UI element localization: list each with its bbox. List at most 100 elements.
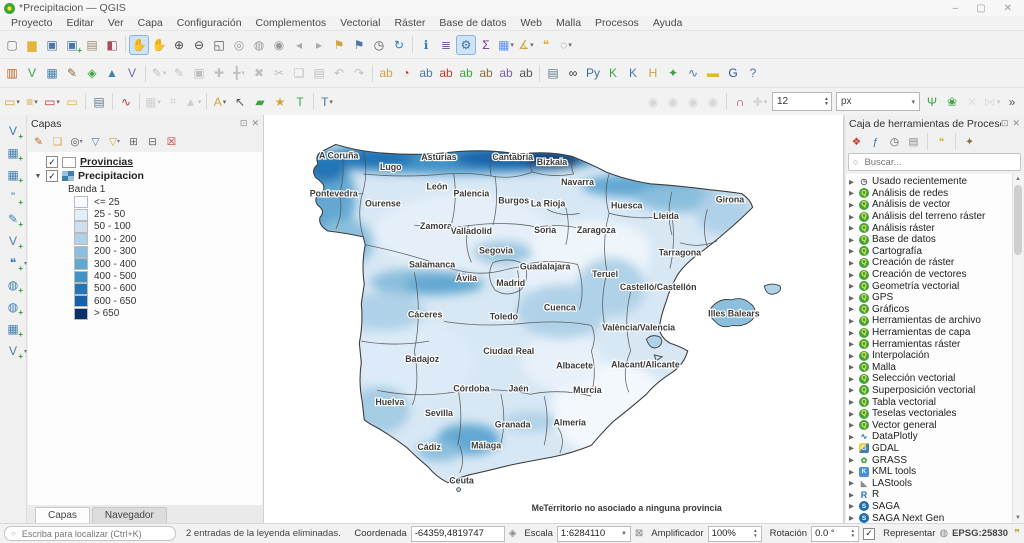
label-properties-icon[interactable]: ab [516, 63, 536, 83]
expander-icon[interactable]: ▶ [849, 502, 856, 510]
tracing-icon[interactable]: Ψ [922, 92, 942, 112]
save-project-icon[interactable]: ▣ [42, 35, 62, 55]
float-panel-icon[interactable]: ⊡ [240, 118, 248, 129]
remove-layer-icon[interactable]: ☒ [163, 134, 180, 150]
locator-search[interactable]: ○ [4, 526, 176, 541]
coordinate-field[interactable]: -64359,4819747 [411, 526, 505, 542]
add-mesh-layer-icon[interactable]: ▦ + [3, 165, 23, 184]
messages-balloon-icon[interactable]: ❞ [1014, 527, 1020, 540]
help-icon[interactable]: ? [743, 63, 763, 83]
zoom-full-icon[interactable]: ◱ [209, 35, 229, 55]
add-vector-layer-icon[interactable]: V + [3, 121, 23, 140]
scale-combo[interactable]: 1:6284110 ▼ [557, 526, 631, 542]
pan-to-selection-icon[interactable]: ✋ [149, 35, 169, 55]
menu-item[interactable]: Configuración [170, 16, 249, 30]
expander-icon[interactable]: ▶ [849, 386, 856, 394]
python-console-icon[interactable]: Py [583, 63, 603, 83]
magnifier-spin[interactable]: 100% ▲▼ [708, 526, 762, 542]
expander-icon[interactable]: ▶ [849, 189, 856, 197]
legend-class-row[interactable]: 50 - 100 [28, 221, 262, 233]
snapping-unit-combo[interactable]: px ▾ [836, 92, 920, 111]
new-geopackage-icon[interactable]: ◈ [82, 63, 102, 83]
menu-item[interactable]: Ver [101, 16, 131, 30]
plugin-bird-icon[interactable]: ✦ [663, 63, 683, 83]
add-spatialite-layer-icon[interactable]: V + [3, 231, 23, 250]
pan-map-icon[interactable]: ✋ [129, 35, 149, 55]
menu-item[interactable]: Proyecto [4, 16, 59, 30]
add-mesh-layer-icon[interactable]: ▲ [102, 63, 122, 83]
toggle-editing-icon[interactable]: ✎ [169, 63, 189, 83]
add-wfs-layer-icon[interactable]: ◍ + [3, 297, 23, 316]
archive-plugin-icon[interactable]: ▬ [703, 63, 723, 83]
layer-styling-icon[interactable]: ✎ [30, 134, 47, 150]
toolbar-overflow-icon[interactable]: » [1002, 92, 1022, 112]
models-icon[interactable]: ❖ [848, 134, 865, 150]
polygon-annotation-icon[interactable]: ▰ [250, 92, 270, 112]
crs-globe-icon[interactable]: ◍ [939, 528, 948, 539]
manage-map-themes-icon[interactable]: ◎ ▾ [68, 134, 85, 150]
nominatim-search-icon[interactable]: ◌ ▾ [556, 35, 576, 55]
toolbox-category[interactable]: ▶ Q Selección vectorial [846, 373, 1012, 385]
render-checkbox[interactable]: ✓ [863, 528, 875, 540]
scroll-down-icon[interactable]: ▼ [1013, 513, 1023, 523]
star-annotation-icon[interactable]: ★ [270, 92, 290, 112]
menu-item[interactable]: Editar [59, 16, 100, 30]
toolbox-scrollbar[interactable]: ▲ ▼ [1012, 174, 1023, 523]
toolbox-category[interactable]: ▶ ∿ DataPlotly [846, 431, 1012, 443]
expander-icon[interactable]: ▶ [849, 398, 856, 406]
datasource-manager-icon[interactable]: ▥ [2, 63, 22, 83]
expander-icon[interactable]: ▶ [849, 329, 856, 337]
database-icon[interactable]: ▤ [543, 63, 563, 83]
toolbox-category[interactable]: ▶ Q Creación de vectores [846, 269, 1012, 281]
filter-by-expression-icon[interactable]: ▽ ▾ [106, 134, 123, 150]
expander-icon[interactable]: ▼ [34, 173, 42, 180]
mesh-calculator-icon[interactable]: ▲ ▾ [183, 92, 203, 112]
vertex-tool-icon[interactable]: ╋ ▾ [229, 63, 249, 83]
add-group-icon[interactable]: ❏ [49, 134, 66, 150]
text-annotation-icon[interactable]: T [290, 92, 310, 112]
menu-item[interactable]: Procesos [588, 16, 646, 30]
toolbox-category[interactable]: ▶ Q Análisis de redes [846, 188, 1012, 200]
show-statistics-icon[interactable]: Σ [476, 35, 496, 55]
zoom-out-icon[interactable]: ⊖ [189, 35, 209, 55]
toolbox-category[interactable]: ▶ Q Tabla vectorial [846, 396, 1012, 408]
scroll-up-icon[interactable]: ▲ [1013, 174, 1023, 184]
invert-selection-icon[interactable]: ▭ [62, 92, 82, 112]
filter-legend-icon[interactable]: ▽ [87, 134, 104, 150]
form-annotation-icon[interactable]: T ▾ [317, 92, 337, 112]
menu-item[interactable]: Malla [549, 16, 588, 30]
layer-row-provincias[interactable]: ✓ Provincias [28, 155, 262, 169]
zoom-to-layer-icon[interactable]: ◍ [249, 35, 269, 55]
zoom-in-icon[interactable]: ⊕ [169, 35, 189, 55]
options-wand-icon[interactable]: ✦ [961, 134, 978, 150]
tab-navegador[interactable]: Navegador [92, 507, 167, 523]
zoom-last-icon[interactable]: ◂ [289, 35, 309, 55]
toolbox-category[interactable]: ▶ S SAGA [846, 501, 1012, 513]
expander-icon[interactable]: ▶ [849, 305, 856, 313]
snapping-lock-1-icon[interactable]: ◉ [643, 92, 663, 112]
pin-labels-icon[interactable]: ab [416, 63, 436, 83]
toolbox-search-input[interactable] [862, 156, 1016, 169]
move-label-icon[interactable]: ab [476, 63, 496, 83]
menu-item[interactable]: Web [514, 16, 549, 30]
unpin-labels-icon[interactable]: ab [436, 63, 456, 83]
expander-icon[interactable]: ▶ [849, 514, 856, 522]
toolbox-category[interactable]: ▶ Q Teselas vectoriales [846, 408, 1012, 420]
statistical-summary-icon[interactable]: ≣ [436, 35, 456, 55]
expander-icon[interactable]: ▶ [849, 479, 856, 487]
legend-class-row[interactable]: 25 - 50 [28, 208, 262, 220]
legend-class-row[interactable]: <= 25 [28, 196, 262, 208]
lock-scale-icon[interactable]: ⊠ [635, 528, 643, 539]
collapse-all-icon[interactable]: ⊟ [144, 134, 161, 150]
toolbox-category[interactable]: ▶ Q Análisis de vector [846, 199, 1012, 211]
tab-capas[interactable]: Capas [35, 507, 90, 523]
toolbox-category[interactable]: ▶ Q Interpolación [846, 350, 1012, 362]
html-export-icon[interactable]: H [643, 63, 663, 83]
add-wms-layer-icon[interactable]: ❝ + ▾ [3, 253, 23, 272]
show-hide-labels-icon[interactable]: ab [456, 63, 476, 83]
toolbox-category[interactable]: ▶ Q Cartografía [846, 246, 1012, 258]
map-tips-icon[interactable]: ❝ [536, 35, 556, 55]
layer-checkbox[interactable]: ✓ [46, 170, 58, 182]
new-annotation-icon[interactable]: A ▾ [210, 92, 230, 112]
toolbox-category[interactable]: ▶ Q Superposición vectorial [846, 385, 1012, 397]
